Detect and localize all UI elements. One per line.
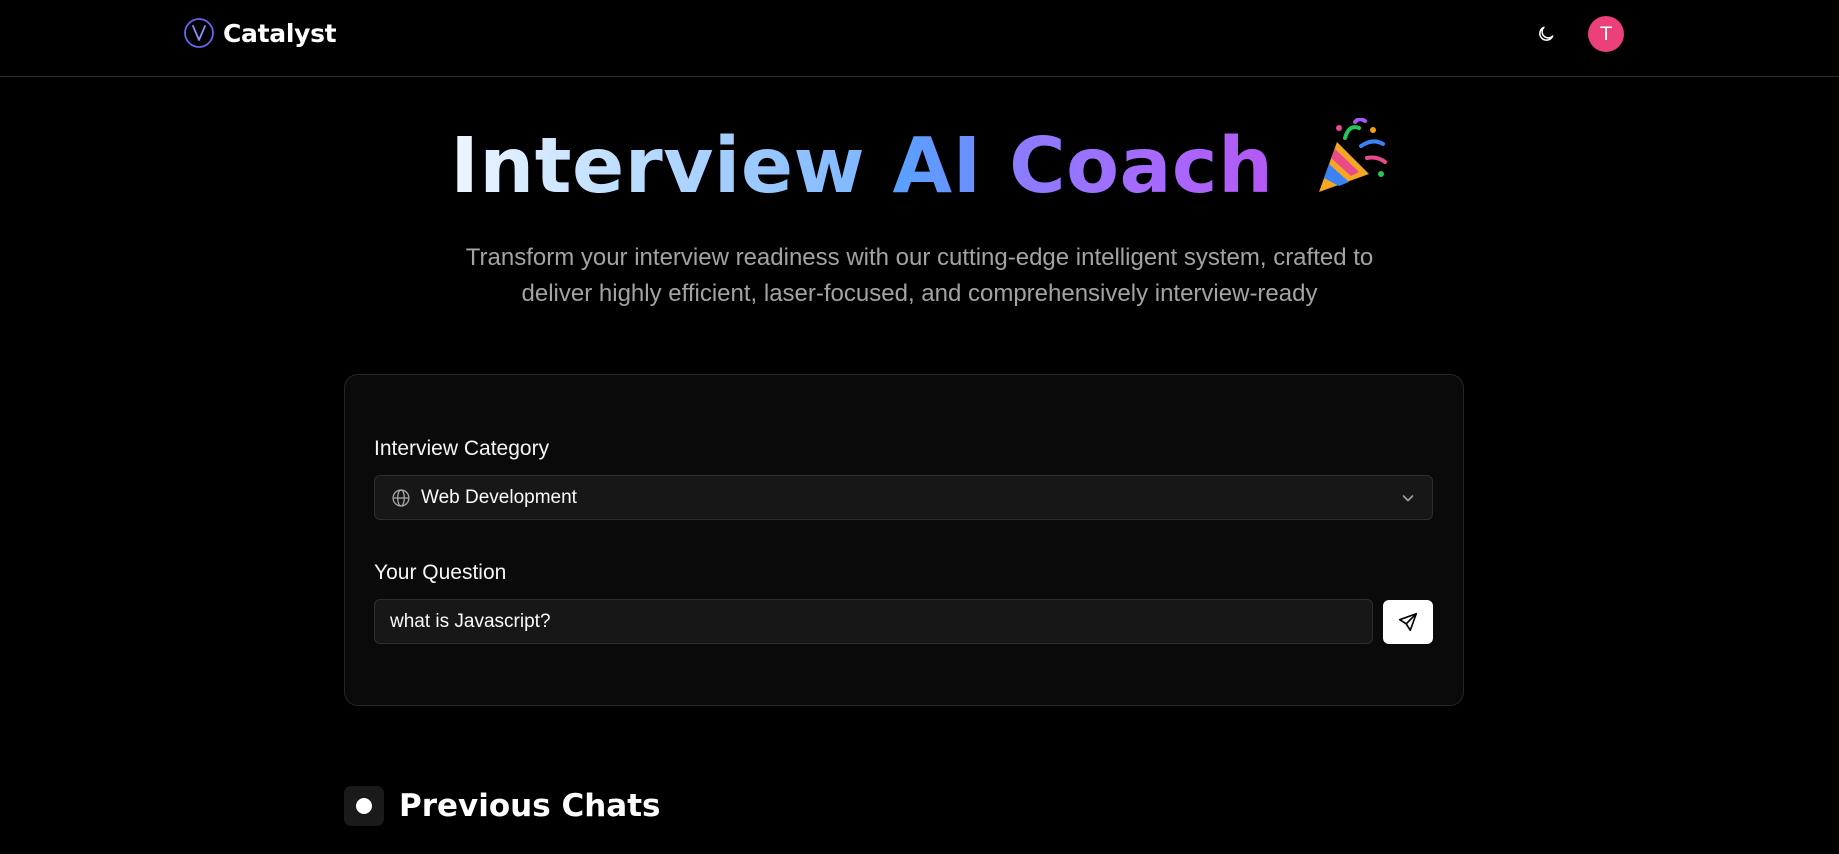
- globe-icon: [392, 488, 410, 507]
- category-label: Interview Category: [374, 437, 550, 460]
- send-icon: [1398, 612, 1418, 632]
- brand-name: Catalyst: [223, 18, 337, 48]
- category-select[interactable]: Web Development: [374, 475, 1433, 520]
- party-popper-icon: [1318, 118, 1387, 192]
- previous-chats-header: Previous Chats: [344, 786, 661, 826]
- user-avatar[interactable]: T: [1588, 16, 1624, 52]
- chevron-down-icon: [1402, 495, 1414, 502]
- question-form-card: [344, 374, 1464, 706]
- record-dot: [356, 798, 372, 814]
- page-title: Interview AI Coach: [0, 118, 1839, 215]
- v-circle-logo-icon: [184, 18, 214, 48]
- top-navbar: Catalyst T: [0, 0, 1839, 77]
- question-input[interactable]: [374, 599, 1373, 644]
- record-icon: [344, 786, 384, 826]
- theme-toggle-button[interactable]: [1530, 18, 1562, 50]
- brand-link[interactable]: Catalyst: [183, 17, 337, 49]
- question-label: Your Question: [374, 561, 507, 584]
- moon-icon: [1539, 26, 1554, 41]
- previous-chats-title: Previous Chats: [399, 788, 661, 824]
- send-button[interactable]: [1383, 600, 1433, 644]
- category-select-value: Web Development: [421, 486, 577, 508]
- title-word-ai: AI: [892, 122, 982, 211]
- title-word-coach: Coach: [1009, 122, 1274, 211]
- title-word-interview: Interview: [450, 122, 866, 211]
- hero-subtitle: Transform your interview readiness with …: [465, 244, 1374, 307]
